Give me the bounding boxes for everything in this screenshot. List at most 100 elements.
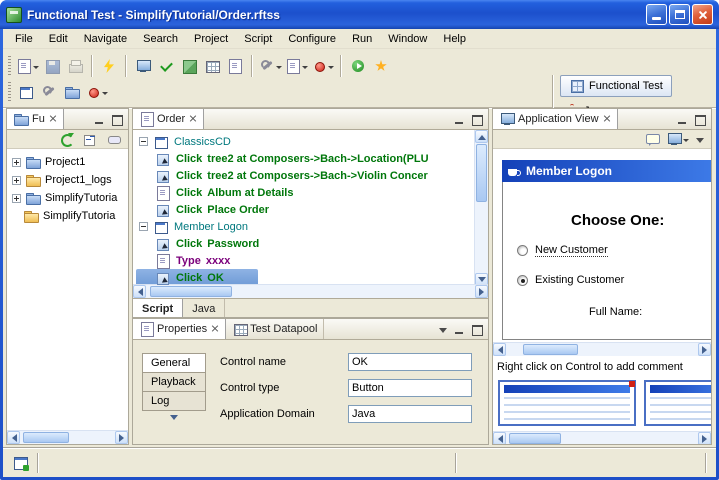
close-tab-icon[interactable] [49,115,57,123]
toolbar-grip[interactable] [8,56,11,76]
side-tab-general[interactable]: General [142,353,206,373]
radio-new-customer[interactable]: New Customer [517,244,608,257]
scrollbar-thumb[interactable] [23,432,69,443]
view-menu-button[interactable] [692,132,708,147]
captured-screen-area[interactable]: Member Logon Choose One: New Customer Ex… [494,150,712,342]
radio-unselected-icon[interactable] [517,245,528,256]
tab-test-datapool[interactable]: Test Datapool [226,319,324,339]
add-comment-button[interactable] [641,127,663,151]
control-name-input[interactable] [348,353,472,371]
scroll-left-button[interactable] [7,431,20,444]
script-action-row[interactable]: Click Album at Details [134,184,489,201]
maximize-view-button[interactable] [109,112,125,127]
menu-configure[interactable]: Configure [280,30,344,48]
captured-dialog-titlebar[interactable]: Member Logon [502,160,712,182]
save-button[interactable] [41,54,63,78]
menu-search[interactable]: Search [135,30,186,48]
tree-item-simplifytutorial[interactable]: SimplifyTutoria [8,189,129,207]
editor-vertical-scrollbar[interactable] [474,130,488,286]
tree-item-project1[interactable]: Project1 [8,153,129,171]
script-type-row[interactable]: Type xxxx [134,252,489,269]
insert-verification-point-button[interactable] [155,54,177,78]
scrollbar-thumb[interactable] [150,286,232,297]
menu-project[interactable]: Project [186,30,236,48]
expander-icon[interactable] [12,158,21,167]
capture-horizontal-scrollbar[interactable] [493,342,711,356]
menu-navigate[interactable]: Navigate [76,30,135,48]
print-button[interactable] [64,54,86,78]
scroll-up-button[interactable] [475,130,488,143]
maximize-view-button[interactable] [469,322,485,337]
fast-view-icon[interactable] [13,455,29,471]
editor-horizontal-scrollbar[interactable] [133,284,488,298]
minimize-view-button[interactable] [452,322,468,337]
insert-recording-button[interactable] [84,80,109,104]
close-tab-icon[interactable] [603,115,611,123]
captured-dialog-body[interactable]: Choose One: New Customer Existing Custom… [502,182,712,340]
tab-application-view[interactable]: Application View [493,109,618,129]
tree-item-simplifytutorial-logs[interactable]: SimplifyTutoria [8,207,129,225]
tree-item-project1-logs[interactable]: Project1_logs [8,171,129,189]
test-object-inspector-button[interactable] [15,80,37,104]
toolbar-grip[interactable] [8,82,11,102]
tab-properties[interactable]: Properties [133,319,226,339]
radio-selected-icon[interactable] [517,275,528,286]
close-tab-icon[interactable] [211,325,219,333]
close-button[interactable] [692,4,713,25]
script-action-row[interactable]: Click Place Order [134,201,489,218]
launch-application-button[interactable] [98,54,120,78]
side-tab-playback[interactable]: Playback [142,372,206,392]
refresh-button[interactable] [55,127,77,151]
screen-thumbnail[interactable] [498,380,636,426]
script-action-row[interactable]: Click tree2 at Composers->Bach->Violin C… [134,167,489,184]
control-type-input[interactable] [348,379,472,397]
tab-java[interactable]: Java [183,299,225,318]
tab-script[interactable]: Script [133,299,183,318]
open-datapool-button[interactable] [201,54,223,78]
enable-environments-button[interactable] [38,80,60,104]
projects-horizontal-scrollbar[interactable] [7,430,128,444]
menu-run[interactable]: Run [344,30,380,48]
tab-order[interactable]: Order [133,109,204,129]
maximize-view-button[interactable] [692,112,708,127]
radio-existing-customer[interactable]: Existing Customer [517,274,624,286]
scroll-left-button[interactable] [133,285,146,298]
scroll-right-button[interactable] [698,432,711,445]
scroll-left-button[interactable] [493,432,506,445]
menu-file[interactable]: File [7,30,41,48]
script-action-row[interactable]: Click tree2 at Composers->Bach->Location… [134,150,489,167]
menu-edit[interactable]: Edit [41,30,76,48]
script-group-row[interactable]: Member Logon [134,218,489,235]
insert-script-commands-button[interactable] [284,54,309,78]
minimize-view-button[interactable] [452,112,468,127]
debug-script-button[interactable] [370,54,392,78]
thumbnails-horizontal-scrollbar[interactable] [493,431,711,445]
tab-functional-test-projects[interactable]: Fu [7,109,64,129]
view-menu-button[interactable] [435,322,451,337]
open-object-map-button[interactable] [178,54,200,78]
scroll-right-button[interactable] [698,343,711,356]
maximize-view-button[interactable] [469,112,485,127]
scrollbar-thumb[interactable] [509,433,561,444]
expander-icon[interactable] [12,194,21,203]
script-group-row[interactable]: ClassicsCD [134,133,489,150]
scrollbar-thumb[interactable] [476,144,487,202]
capture-screen-button[interactable] [665,127,690,151]
scroll-left-button[interactable] [493,343,506,356]
screen-thumbnail[interactable] [644,380,712,426]
perspective-functional-test-button[interactable]: Functional Test [560,75,672,97]
more-side-tabs-button[interactable] [142,414,206,425]
menu-help[interactable]: Help [435,30,474,48]
side-tab-log[interactable]: Log [142,391,206,411]
new-test-script-button[interactable] [15,54,40,78]
application-domain-input[interactable] [348,405,472,423]
configure-tools-button[interactable] [258,54,283,78]
menu-window[interactable]: Window [380,30,435,48]
minimize-view-button[interactable] [92,112,108,127]
application-monitor-button[interactable] [132,54,154,78]
script-action-row[interactable]: Click Password [134,235,489,252]
maximize-button[interactable] [669,4,690,25]
link-with-editor-button[interactable] [103,127,125,151]
scrollbar-thumb[interactable] [523,344,578,355]
titlebar[interactable]: Functional Test - SimplifyTutorial/Order… [0,0,719,29]
